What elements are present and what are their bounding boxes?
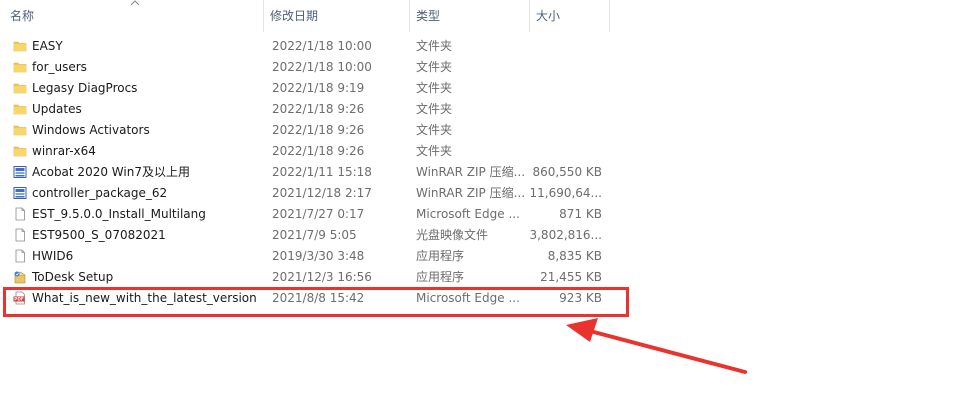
file-row[interactable]: EST_9.5.0.0_Install_Multilang 2021/7/27 … [0,204,969,225]
file-row[interactable]: PDF What_is_new_with_the_latest_version … [0,288,969,309]
column-header-type-label: 类型 [416,9,441,23]
file-size: 3,802,816... [529,228,602,242]
document-icon [15,207,25,221]
file-size: 8,835 KB [547,249,602,263]
file-name: controller_package_62 [32,186,168,200]
file-date: 2021/7/9 5:05 [272,228,357,242]
file-type: 文件夹 [416,123,453,137]
file-name: HWID6 [32,249,74,263]
zip-archive-icon [13,187,27,199]
file-row[interactable]: Legasy DiagProcs 2022/1/18 9:19 文件夹 [0,78,969,99]
column-header-name[interactable]: 名称 [0,0,264,32]
installer-icon [14,271,26,284]
file-list: EASY 2022/1/18 10:00 文件夹 for_users 2022/… [0,36,969,309]
pdf-icon: PDF [13,291,25,305]
file-size: 923 KB [559,291,602,305]
file-name: Windows Activators [32,123,150,137]
document-icon [15,249,25,263]
column-header-size-label: 大小 [536,9,561,23]
file-type: 应用程序 [416,270,465,284]
file-row[interactable]: Windows Activators 2022/1/18 9:26 文件夹 [0,120,969,141]
sort-ascending-icon [130,0,140,6]
file-name: Acobat 2020 Win7及以上用 [32,165,190,179]
column-header-date-modified[interactable]: 修改日期 [264,0,410,32]
file-row[interactable]: HWID6 2019/3/30 3:48 应用程序 8,835 KB [0,246,969,267]
file-row[interactable]: Acobat 2020 Win7及以上用 2022/1/11 15:18 Win… [0,162,969,183]
file-date: 2021/8/8 15:42 [272,291,365,305]
file-date: 2021/12/3 16:56 [272,270,372,284]
file-row[interactable]: EST9500_S_07082021 2021/7/9 5:05 光盘映像文件 … [0,225,969,246]
file-date: 2022/1/18 10:00 [272,60,372,74]
file-date: 2022/1/18 9:26 [272,144,365,158]
file-type: 文件夹 [416,39,453,53]
file-size: 11,690,64... [529,186,602,200]
file-type: Microsoft Edge ... [416,207,520,221]
file-type: WinRAR ZIP 压缩... [416,186,524,200]
file-type: 文件夹 [416,81,453,95]
file-name: EST9500_S_07082021 [32,228,166,242]
file-type: 文件夹 [416,102,453,116]
zip-archive-icon [13,166,27,178]
file-name: What_is_new_with_the_latest_version [32,291,257,305]
file-type: 光盘映像文件 [416,228,489,242]
file-type: 文件夹 [416,60,453,74]
column-header-bar: 名称 修改日期 类型 大小 [0,0,969,32]
file-row[interactable]: EASY 2022/1/18 10:00 文件夹 [0,36,969,57]
file-date: 2022/1/18 9:26 [272,102,365,116]
file-name: Updates [32,102,82,116]
file-date: 2022/1/18 10:00 [272,39,372,53]
file-type: 文件夹 [416,144,453,158]
file-size: 871 KB [559,207,602,221]
file-name: Legasy DiagProcs [32,81,138,95]
file-name: EASY [32,39,63,53]
file-date: 2022/1/18 9:19 [272,81,365,95]
svg-text:PDF: PDF [14,297,24,302]
file-size: 860,550 KB [532,165,602,179]
file-row[interactable]: for_users 2022/1/18 10:00 文件夹 [0,57,969,78]
file-row[interactable]: controller_package_62 2021/12/18 2:17 Wi… [0,183,969,204]
folder-icon [13,146,27,157]
file-date: 2019/3/30 3:48 [272,249,365,263]
folder-icon [13,62,27,73]
file-date: 2021/12/18 2:17 [272,186,372,200]
column-header-size[interactable]: 大小 [530,0,610,32]
folder-icon [13,125,27,136]
file-name: winrar-x64 [32,144,96,158]
file-explorer-window: 名称 修改日期 类型 大小 EASY 2022/1/18 10:00 文件夹 f… [0,0,969,401]
document-icon [15,228,25,242]
file-date: 2022/1/11 15:18 [272,165,372,179]
file-type: Microsoft Edge ... [416,291,520,305]
column-header-type[interactable]: 类型 [410,0,530,32]
file-size: 21,455 KB [540,270,602,284]
folder-icon [13,104,27,115]
folder-icon [13,83,27,94]
column-header-name-label: 名称 [10,9,35,23]
column-header-date-label: 修改日期 [270,9,319,23]
file-type: 应用程序 [416,249,465,263]
file-name: for_users [32,60,87,74]
file-name: EST_9.5.0.0_Install_Multilang [32,207,206,221]
file-name: ToDesk Setup [32,270,114,284]
file-row[interactable]: winrar-x64 2022/1/18 9:26 文件夹 [0,141,969,162]
file-date: 2021/7/27 0:17 [272,207,365,221]
folder-icon [13,41,27,52]
file-row[interactable]: ToDesk Setup 2021/12/3 16:56 应用程序 21,455… [0,267,969,288]
file-type: WinRAR ZIP 压缩... [416,165,524,179]
file-date: 2022/1/18 9:26 [272,123,365,137]
file-row[interactable]: Updates 2022/1/18 9:26 文件夹 [0,99,969,120]
